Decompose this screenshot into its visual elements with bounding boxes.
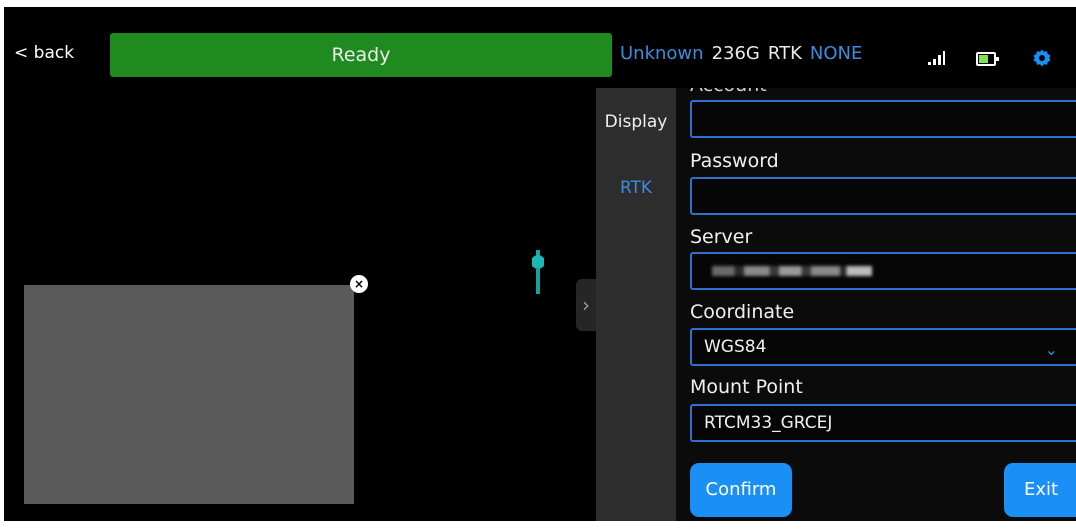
battery-icon bbox=[976, 52, 999, 66]
account-label: Account bbox=[690, 88, 767, 96]
close-icon[interactable]: × bbox=[350, 275, 368, 293]
drone-icon bbox=[532, 250, 544, 294]
redacted-server-value bbox=[712, 266, 872, 276]
mount-point-label: Mount Point bbox=[690, 376, 803, 398]
nav-item-rtk[interactable]: RTK bbox=[596, 178, 676, 198]
status-text: Ready bbox=[331, 44, 391, 66]
status-bar: Ready bbox=[110, 33, 612, 77]
gear-icon[interactable] bbox=[1032, 48, 1052, 68]
app-screen: < back Ready Unknown 236G RTK NONE × › Disp… bbox=[4, 7, 1076, 521]
video-preview[interactable] bbox=[24, 285, 354, 504]
server-input[interactable] bbox=[690, 252, 1076, 290]
rtk-status: NONE bbox=[809, 43, 863, 64]
password-label: Password bbox=[690, 150, 779, 172]
mount-point-input[interactable]: RTCM33_GRCEJ bbox=[690, 404, 1076, 442]
device-state: Unknown bbox=[620, 43, 704, 64]
settings-nav: Display RTK bbox=[596, 88, 676, 521]
password-input[interactable] bbox=[690, 177, 1076, 215]
server-label: Server bbox=[690, 226, 753, 248]
coordinate-select[interactable]: WGS84 ⌄ bbox=[690, 328, 1076, 366]
exit-button[interactable]: Exit bbox=[1004, 463, 1076, 517]
coordinate-value: WGS84 bbox=[704, 337, 767, 357]
rtk-label: RTK bbox=[767, 43, 802, 64]
rtk-settings-panel: Account Password Server Coordinate WGS84… bbox=[676, 88, 1076, 521]
confirm-button[interactable]: Confirm bbox=[690, 463, 792, 517]
coordinate-label: Coordinate bbox=[690, 301, 795, 323]
account-input[interactable] bbox=[690, 100, 1076, 138]
signal-icon bbox=[928, 51, 946, 65]
chevron-down-icon: ⌄ bbox=[1044, 340, 1058, 359]
chevron-right-icon[interactable]: › bbox=[576, 279, 596, 331]
telemetry-bar: Unknown 236G RTK NONE bbox=[620, 43, 870, 64]
back-button[interactable]: < back bbox=[14, 43, 74, 63]
nav-item-display[interactable]: Display bbox=[596, 112, 676, 132]
storage-value: 236G bbox=[711, 43, 760, 64]
